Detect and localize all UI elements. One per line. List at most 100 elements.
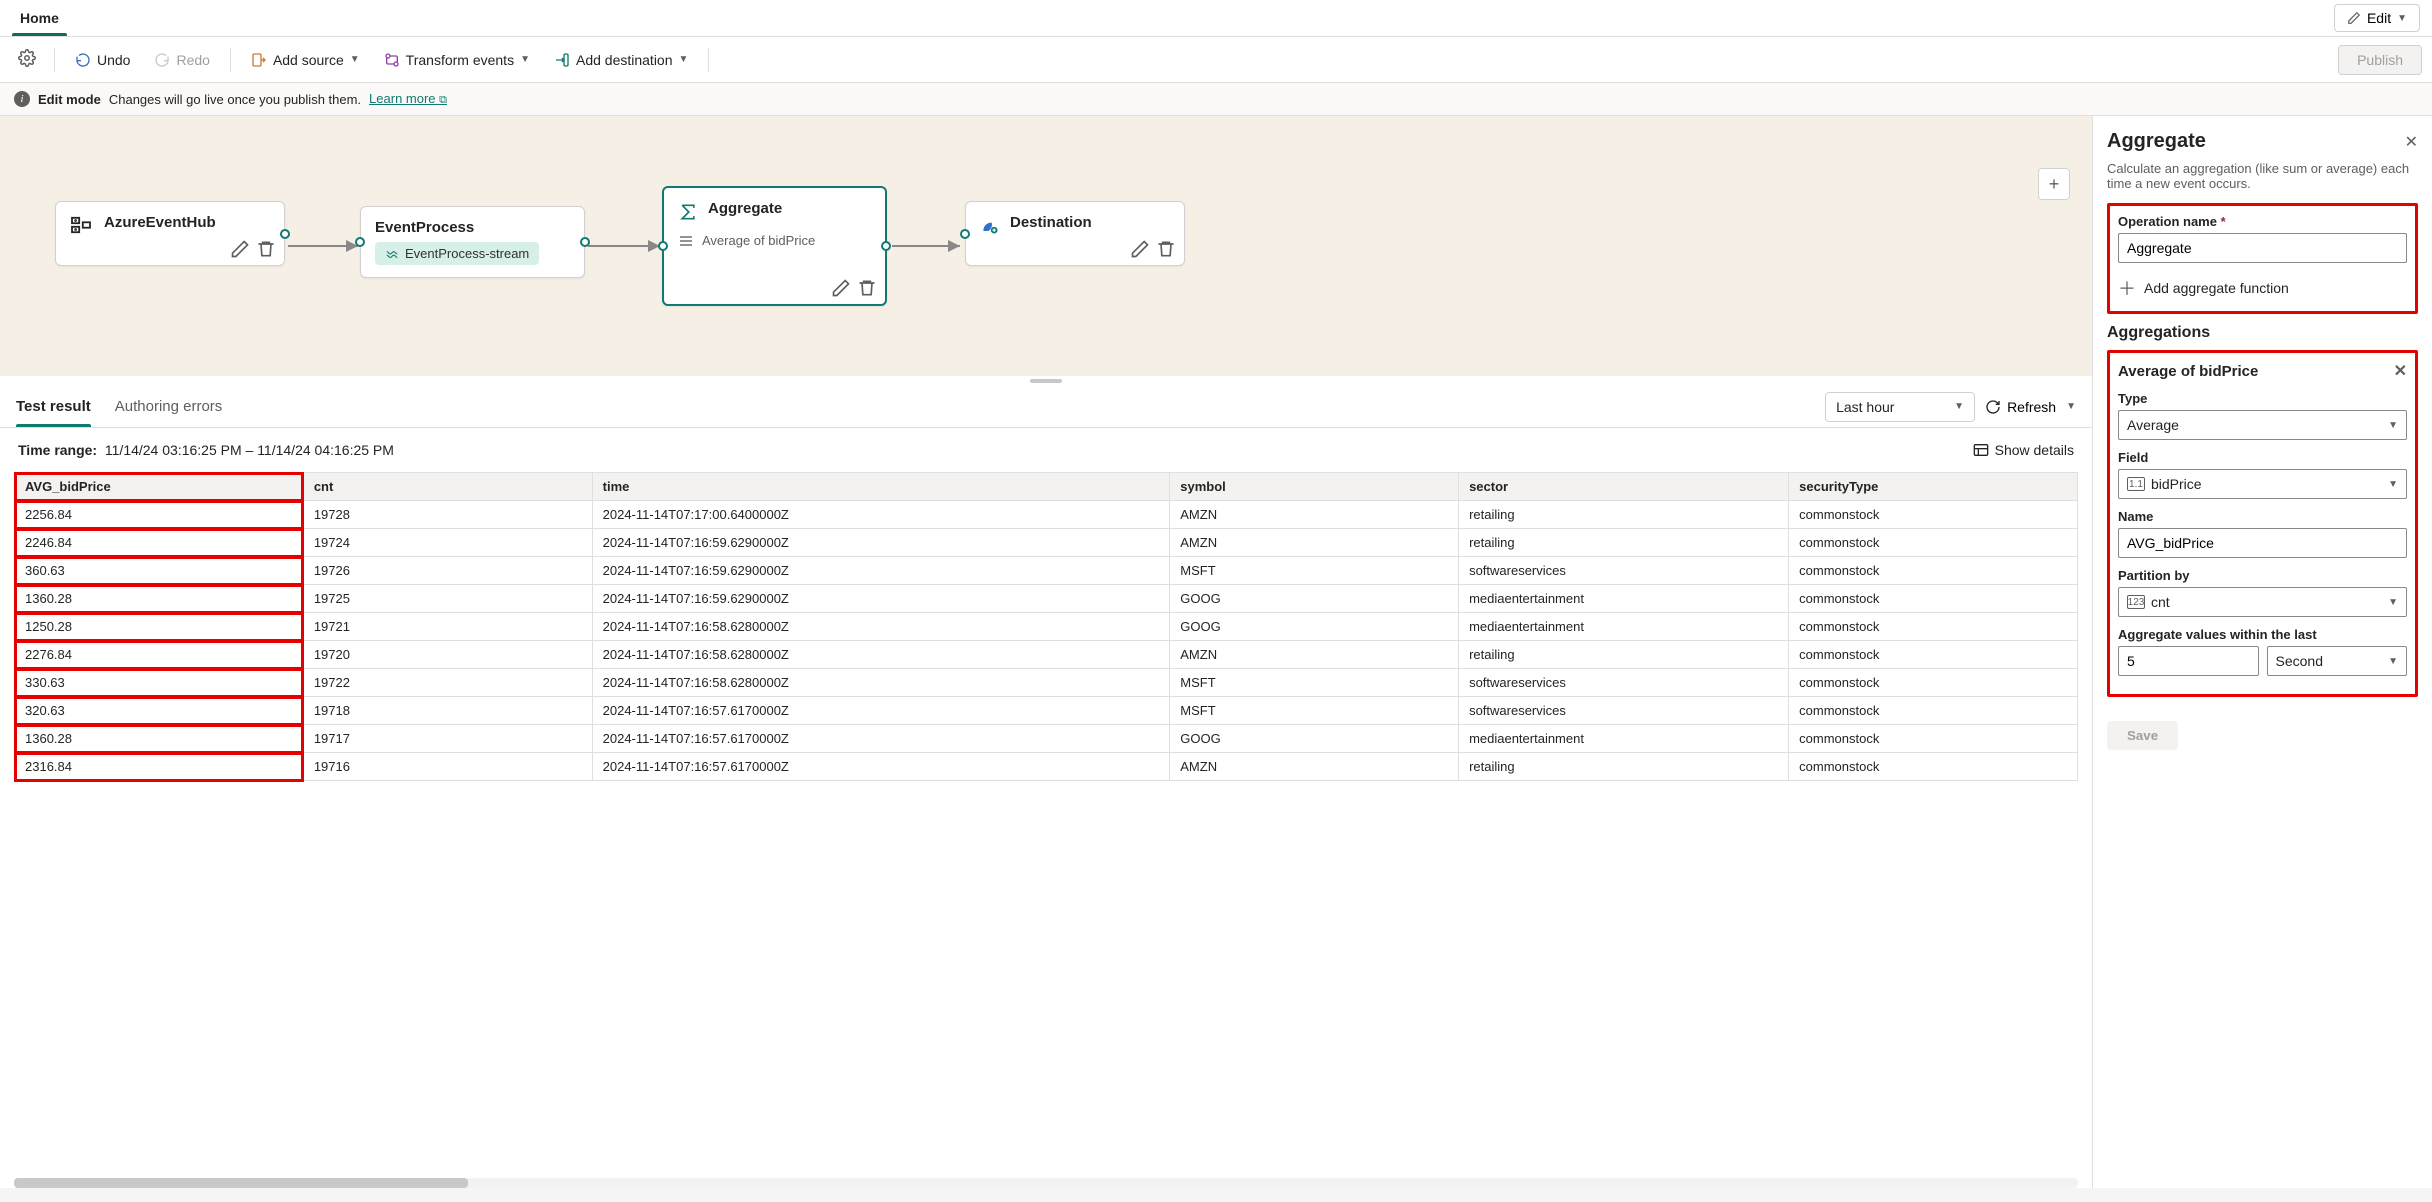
edit-button[interactable]: Edit ▼ bbox=[2334, 4, 2420, 32]
time-range-dropdown[interactable]: Last hour ▼ bbox=[1825, 392, 1975, 422]
op-name-label: Operation name * bbox=[2118, 214, 2407, 229]
table-cell: 2024-11-14T07:16:57.6170000Z bbox=[592, 725, 1170, 753]
table-cell: 2256.84 bbox=[15, 501, 304, 529]
close-icon[interactable]: ✕ bbox=[2394, 361, 2407, 381]
undo-button[interactable]: Undo bbox=[65, 46, 140, 74]
column-header[interactable]: securityType bbox=[1789, 473, 2078, 501]
panel-title: Aggregate bbox=[2107, 130, 2206, 153]
tab-test-result[interactable]: Test result bbox=[16, 386, 91, 427]
node-source[interactable]: AzureEventHub bbox=[55, 201, 285, 266]
table-cell: 2276.84 bbox=[15, 641, 304, 669]
table-cell: commonstock bbox=[1789, 669, 2078, 697]
node-process[interactable]: EventProcess EventProcess-stream bbox=[360, 206, 585, 278]
pipeline-canvas[interactable]: AzureEventHub EventProcess EventProcess-… bbox=[0, 116, 2092, 376]
name-input[interactable] bbox=[2118, 528, 2407, 558]
table-row[interactable]: 2276.84197202024-11-14T07:16:58.6280000Z… bbox=[15, 641, 2078, 669]
table-cell: 2024-11-14T07:16:57.6170000Z bbox=[592, 753, 1170, 781]
redo-button[interactable]: Redo bbox=[144, 46, 219, 74]
table-cell: 360.63 bbox=[15, 557, 304, 585]
table-cell: commonstock bbox=[1789, 753, 2078, 781]
show-details-link[interactable]: Show details bbox=[1973, 442, 2074, 458]
table-cell: commonstock bbox=[1789, 725, 2078, 753]
gear-icon bbox=[18, 49, 36, 67]
horizontal-scrollbar[interactable] bbox=[14, 1178, 2078, 1188]
chevron-down-icon[interactable]: ▼ bbox=[2066, 401, 2076, 412]
table-cell: mediaentertainment bbox=[1459, 725, 1789, 753]
partition-select[interactable]: 123cnt ▼ bbox=[2118, 587, 2407, 617]
table-cell: GOOG bbox=[1170, 613, 1459, 641]
type-select[interactable]: Average ▼ bbox=[2118, 410, 2407, 440]
node-aggregate-title: Aggregate bbox=[708, 200, 782, 217]
column-header[interactable]: time bbox=[592, 473, 1170, 501]
time-range-label: Time range: bbox=[18, 442, 97, 458]
pencil-icon[interactable] bbox=[1130, 239, 1150, 259]
node-destination-title: Destination bbox=[1010, 214, 1092, 231]
trash-icon[interactable] bbox=[1156, 239, 1176, 259]
transform-events-button[interactable]: Transform events ▼ bbox=[374, 46, 540, 74]
column-header[interactable]: AVG_bidPrice bbox=[15, 473, 304, 501]
field-select[interactable]: 1.1bidPrice ▼ bbox=[2118, 469, 2407, 499]
table-row[interactable]: 1360.28197172024-11-14T07:16:57.6170000Z… bbox=[15, 725, 2078, 753]
aggregations-title: Aggregations bbox=[2107, 324, 2418, 342]
add-aggregate-fn-button[interactable]: ＋ Add aggregate function bbox=[2118, 273, 2407, 303]
tab-home[interactable]: Home bbox=[12, 0, 67, 36]
pencil-icon[interactable] bbox=[230, 239, 250, 259]
field-label: Field bbox=[2118, 450, 2407, 465]
trash-icon[interactable] bbox=[256, 239, 276, 259]
operation-box: Operation name * ＋ Add aggregate functio… bbox=[2107, 203, 2418, 314]
column-header[interactable]: symbol bbox=[1170, 473, 1459, 501]
op-name-input[interactable] bbox=[2118, 233, 2407, 263]
splitter-handle[interactable] bbox=[0, 376, 2092, 386]
add-destination-button[interactable]: Add destination ▼ bbox=[544, 46, 698, 74]
table-cell: commonstock bbox=[1789, 697, 2078, 725]
table-cell: 2024-11-14T07:16:59.6290000Z bbox=[592, 557, 1170, 585]
table-cell: 330.63 bbox=[15, 669, 304, 697]
table-cell: 19718 bbox=[303, 697, 592, 725]
table-cell: 19724 bbox=[303, 529, 592, 557]
list-icon bbox=[678, 235, 694, 247]
table-cell: 1360.28 bbox=[15, 725, 304, 753]
table-row[interactable]: 360.63197262024-11-14T07:16:59.6290000ZM… bbox=[15, 557, 2078, 585]
table-cell: softwareservices bbox=[1459, 669, 1789, 697]
table-cell: AMZN bbox=[1170, 501, 1459, 529]
learn-more-link[interactable]: Learn more ⧉ bbox=[369, 91, 447, 107]
table-row[interactable]: 2316.84197162024-11-14T07:16:57.6170000Z… bbox=[15, 753, 2078, 781]
window-value-input[interactable] bbox=[2118, 646, 2259, 676]
table-cell: commonstock bbox=[1789, 529, 2078, 557]
node-source-title: AzureEventHub bbox=[104, 214, 216, 231]
add-destination-icon bbox=[554, 52, 570, 68]
save-button[interactable]: Save bbox=[2107, 721, 2178, 750]
close-icon[interactable]: ✕ bbox=[2405, 132, 2418, 152]
tab-authoring-errors[interactable]: Authoring errors bbox=[115, 386, 223, 427]
table-cell: MSFT bbox=[1170, 557, 1459, 585]
table-cell: 1250.28 bbox=[15, 613, 304, 641]
table-cell: MSFT bbox=[1170, 669, 1459, 697]
info-bar: i Edit mode Changes will go live once yo… bbox=[0, 83, 2432, 116]
chevron-down-icon: ▼ bbox=[2388, 656, 2398, 667]
node-aggregate[interactable]: Aggregate Average of bidPrice bbox=[662, 186, 887, 306]
refresh-button[interactable]: Refresh bbox=[1985, 399, 2056, 415]
window-unit-select[interactable]: Second ▼ bbox=[2267, 646, 2408, 676]
publish-button[interactable]: Publish bbox=[2338, 45, 2422, 75]
table-cell: retailing bbox=[1459, 753, 1789, 781]
table-row[interactable]: 1250.28197212024-11-14T07:16:58.6280000Z… bbox=[15, 613, 2078, 641]
settings-button[interactable] bbox=[10, 43, 44, 76]
table-row[interactable]: 2246.84197242024-11-14T07:16:59.6290000Z… bbox=[15, 529, 2078, 557]
column-header[interactable]: sector bbox=[1459, 473, 1789, 501]
table-row[interactable]: 2256.84197282024-11-14T07:17:00.6400000Z… bbox=[15, 501, 2078, 529]
table-cell: GOOG bbox=[1170, 585, 1459, 613]
table-cell: 19726 bbox=[303, 557, 592, 585]
number-type-icon: 1.1 bbox=[2127, 477, 2145, 491]
add-source-button[interactable]: Add source ▼ bbox=[241, 46, 370, 74]
column-header[interactable]: cnt bbox=[303, 473, 592, 501]
table-row[interactable]: 320.63197182024-11-14T07:16:57.6170000ZM… bbox=[15, 697, 2078, 725]
table-row[interactable]: 1360.28197252024-11-14T07:16:59.6290000Z… bbox=[15, 585, 2078, 613]
node-destination[interactable]: Destination bbox=[965, 201, 1185, 266]
trash-icon[interactable] bbox=[857, 278, 877, 298]
pencil-icon[interactable] bbox=[831, 278, 851, 298]
table-cell: 19716 bbox=[303, 753, 592, 781]
table-row[interactable]: 330.63197222024-11-14T07:16:58.6280000ZM… bbox=[15, 669, 2078, 697]
table-cell: 2024-11-14T07:17:00.6400000Z bbox=[592, 501, 1170, 529]
type-label: Type bbox=[2118, 391, 2407, 406]
add-node-button[interactable]: + bbox=[2038, 168, 2070, 200]
